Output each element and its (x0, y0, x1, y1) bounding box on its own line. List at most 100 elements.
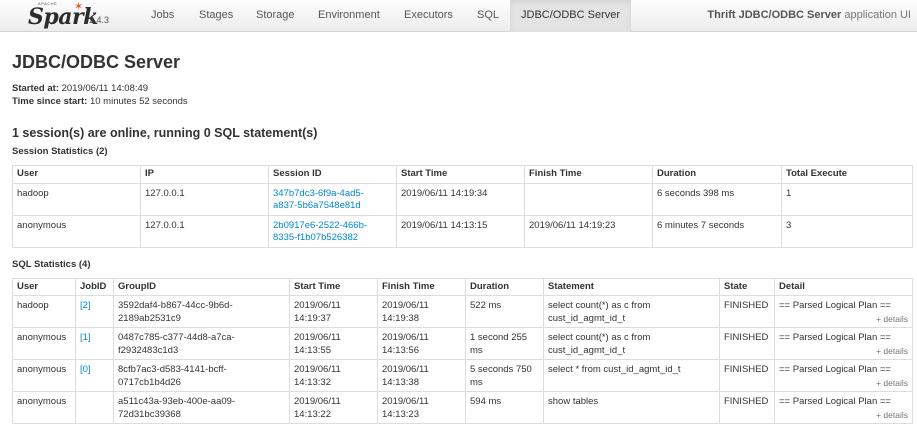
column-header[interactable]: IP (140, 165, 269, 184)
start-date: 2019/06/11 (294, 396, 341, 407)
page-title: JDBC/ODBC Server (12, 52, 181, 72)
statement-part: select count(*) as c from (548, 300, 651, 311)
cell-user: anonymous (12, 327, 76, 360)
cell-user: hadoop (12, 182, 141, 216)
table-row: hadoop 127.0.0.1 347b7dc3-6f9a-4ad5- a837… (12, 182, 913, 216)
finish-date: 2019/06/11 (382, 364, 429, 375)
cell-start-time: 2019/06/11 14:19:37 (289, 295, 378, 328)
table-row: anonymous [0] 8cfb7ac3-d583-4141-bcff- 07… (12, 359, 913, 392)
start-date: 2019/06/11 (294, 364, 341, 375)
finish-clock: 14:19:38 (382, 312, 419, 324)
column-header[interactable]: Duration (652, 165, 782, 184)
cell-duration: 594 ms (465, 391, 544, 424)
cell-user: anonymous (12, 359, 76, 392)
column-header[interactable]: State (719, 277, 775, 296)
statement-part: select count(*) as c from (548, 332, 651, 343)
cell-start-time: 2019/06/11 14:19:34 (396, 182, 525, 216)
spark-logo[interactable]: APACHE Spark ✶ 2.4.3 (26, 1, 118, 31)
finish-date: 2019/06/11 (382, 396, 429, 407)
cell-user: anonymous (12, 214, 141, 248)
column-header[interactable]: Duration (465, 277, 544, 296)
tab-stages[interactable]: Stages (188, 0, 244, 32)
table-row: anonymous [1] 0487c785-c377-44d8-a7ca-f2… (12, 327, 913, 360)
cell-total-execute: 1 (781, 182, 913, 216)
column-header[interactable]: User (12, 165, 141, 184)
cell-finish-time (524, 182, 653, 216)
column-header[interactable]: Finish Time (377, 277, 466, 296)
cell-statement: show tables (543, 391, 720, 424)
tab-storage[interactable]: Storage (245, 0, 306, 32)
column-header[interactable]: Session ID (268, 165, 397, 184)
details-toggle[interactable]: + details (779, 345, 908, 358)
details-toggle[interactable]: + details (779, 409, 908, 422)
column-header[interactable]: Finish Time (524, 165, 653, 184)
spark-star-icon: ✶ (74, 1, 84, 13)
cell-ip: 127.0.0.1 (140, 182, 269, 216)
start-date: 2019/06/11 (294, 300, 341, 311)
session-id-link[interactable]: 2b0917e6-2522-466b- 8335-f1b07b526382 (273, 220, 367, 244)
start-clock: 14:13:55 (294, 344, 331, 356)
cell-duration: 6 minutes 7 seconds (652, 214, 782, 248)
cell-start-time: 2019/06/11 14:13:15 (396, 214, 525, 248)
cell-start-time: 2019/06/11 14:13:22 (289, 391, 378, 424)
cell-finish-time: 2019/06/11 14:13:38 (377, 359, 466, 392)
cell-statement: select * from cust_id_agmt_id_t (543, 359, 720, 392)
details-toggle[interactable]: + details (779, 313, 908, 326)
top-navbar: APACHE Spark ✶ 2.4.3 Jobs Stages Storage… (0, 0, 917, 32)
tab-jobs[interactable]: Jobs (140, 0, 185, 32)
tab-environment[interactable]: Environment (307, 0, 391, 32)
cell-statement: select count(*) as c from cust_id_agmt_id… (543, 295, 720, 328)
column-header[interactable]: Detail (774, 277, 913, 296)
group-id-part: 2189ab2531c9 (118, 312, 181, 324)
cell-detail: == Parsed Logical Plan == + details (774, 295, 913, 328)
session-id-part: a837-5b6a7548e81d (273, 200, 361, 211)
job-id-link[interactable]: [2] (80, 300, 91, 311)
column-header[interactable]: User (12, 277, 76, 296)
cell-finish-time: 2019/06/11 14:13:23 (377, 391, 466, 424)
group-id-part: 8cfb7ac3-d583-4141-bcff- (118, 364, 227, 375)
app-title-name: Thrift JDBC/ODBC Server (707, 9, 842, 21)
detail-text: == Parsed Logical Plan == (779, 396, 891, 407)
start-date: 2019/06/11 (294, 332, 341, 343)
cell-start-time: 2019/06/11 14:13:32 (289, 359, 378, 392)
cell-finish-time: 2019/06/11 14:19:38 (377, 295, 466, 328)
statement-part: select * from cust_id_agmt_id_t (548, 364, 681, 375)
statement-part: cust_id_agmt_id_t (548, 312, 626, 324)
cell-group-id: 8cfb7ac3-d583-4141-bcff- 0717cb1b4d26 (113, 359, 290, 392)
tab-executors[interactable]: Executors (393, 0, 464, 32)
table-header-row: User IP Session ID Start Time Finish Tim… (12, 165, 913, 184)
started-at-value: 2019/06/11 14:08:49 (58, 83, 149, 94)
tab-jdbc-odbc-server[interactable]: JDBC/ODBC Server (510, 0, 632, 32)
group-id-part: 72d31bc39368 (118, 408, 181, 420)
column-header[interactable]: Statement (543, 277, 720, 296)
cell-duration: 1 second 255 ms (465, 327, 544, 360)
uptime-label: Time since start: (12, 96, 88, 107)
start-clock: 14:13:32 (294, 376, 331, 388)
logo-spark-text: Spark (28, 4, 98, 30)
app-title-suffix: application UI (841, 9, 911, 21)
server-info: Started at: 2019/06/11 14:08:49 Time sin… (12, 82, 905, 108)
details-toggle[interactable]: + details (779, 377, 908, 390)
online-summary: 1 session(s) are online, running 0 SQL s… (12, 126, 318, 140)
tab-sql[interactable]: SQL (466, 0, 510, 32)
detail-text: == Parsed Logical Plan == (779, 364, 891, 375)
column-header[interactable]: Start Time (289, 277, 378, 296)
sql-stats-table: User JobID GroupID Start Time Finish Tim… (12, 277, 913, 424)
column-header[interactable]: Total Execute (781, 165, 913, 184)
session-id-link[interactable]: 347b7dc3-6f9a-4ad5- a837-5b6a7548e81d (273, 188, 364, 212)
spark-version: 2.4.3 (89, 15, 110, 25)
cell-user: anonymous (12, 391, 76, 424)
session-id-part: 8335-f1b07b526382 (273, 232, 359, 243)
job-id-link[interactable]: [0] (80, 364, 91, 375)
column-header[interactable]: Start Time (396, 165, 525, 184)
cell-session-id: 347b7dc3-6f9a-4ad5- a837-5b6a7548e81d (268, 182, 397, 216)
job-id-link[interactable]: [1] (80, 332, 91, 343)
cell-total-execute: 3 (781, 214, 913, 248)
sql-stats-title: SQL Statistics (4) (12, 258, 91, 270)
cell-state: FINISHED (719, 295, 775, 328)
cell-state: FINISHED (719, 327, 775, 360)
column-header[interactable]: GroupID (113, 277, 290, 296)
detail-text: == Parsed Logical Plan == (779, 300, 891, 311)
column-header[interactable]: JobID (75, 277, 114, 296)
cell-detail: == Parsed Logical Plan == + details (774, 391, 913, 424)
